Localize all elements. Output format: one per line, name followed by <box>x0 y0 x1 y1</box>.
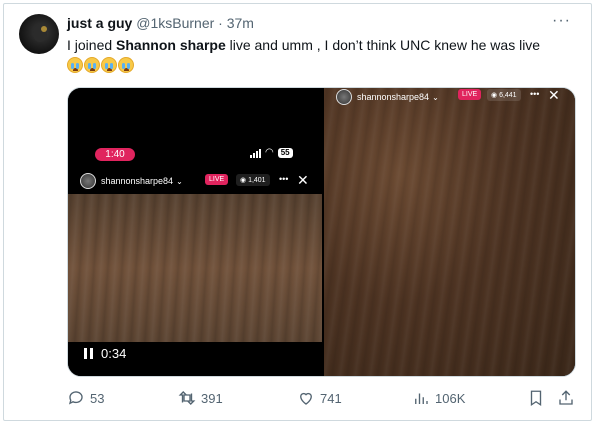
tweet-text-after: live and umm , I don’t think UNC knew he… <box>225 37 541 53</box>
viewer-count: ◉ 1,401 <box>236 174 270 186</box>
crying-emoji-icon <box>118 57 134 73</box>
live-badge: LIVE <box>205 174 229 185</box>
viewer-count: ◉ 6,441 <box>487 89 521 101</box>
live-header-right: shannonsharpe84 ⌄ <box>336 88 439 107</box>
user-avatar[interactable] <box>19 14 59 54</box>
tweet-header: just a guy @1ksBurner · 37m <box>67 14 254 32</box>
viewer-count-value: 6,441 <box>499 92 517 99</box>
live-more-icon: ••• <box>530 89 540 99</box>
reply-count: 53 <box>90 390 105 406</box>
like-button[interactable]: 741 <box>297 389 342 407</box>
tweet-text-before: I joined <box>67 37 117 53</box>
pause-icon[interactable] <box>84 348 93 359</box>
streamer-name: shannonsharpe84 <box>357 92 430 102</box>
share-icon <box>559 390 573 405</box>
video-time: 0:34 <box>101 346 127 361</box>
streamer-avatar <box>336 89 352 105</box>
tweet-text: I joined Shannon sharpe live and umm , I… <box>67 36 540 55</box>
video-frame-left <box>68 194 322 342</box>
status-time: 1:40 <box>95 148 135 161</box>
crying-emoji-icon <box>101 57 117 73</box>
retweet-icon <box>178 391 196 405</box>
phone-status-bar: 1:40 ◠ 55 <box>68 144 322 166</box>
view-count: 106K <box>435 390 466 406</box>
video-left[interactable]: 1:40 ◠ 55 shannonsharpe84 ⌄ LIVE ◉ 1,401… <box>68 88 322 376</box>
viewer-count-value: 1,401 <box>248 177 266 184</box>
reply-icon <box>68 391 83 405</box>
video-player-controls[interactable]: 0:34 <box>84 346 126 361</box>
crying-emoji-icon <box>67 57 83 73</box>
live-badge: LIVE <box>458 89 482 100</box>
timestamp[interactable]: 37m <box>227 15 254 31</box>
like-count: 741 <box>320 390 342 406</box>
chevron-down-icon: ⌄ <box>176 176 183 186</box>
battery-icon: 55 <box>277 148 293 158</box>
live-header-left: shannonsharpe84 ⌄ <box>80 171 183 191</box>
analytics-icon <box>415 393 428 404</box>
crying-emoji-icon <box>84 57 100 73</box>
separator-dot: · <box>218 15 223 31</box>
heart-icon <box>300 392 312 405</box>
live-more-icon: ••• <box>279 174 289 184</box>
close-icon: ✕ <box>548 87 560 103</box>
bookmark-button[interactable] <box>527 389 545 407</box>
streamer-avatar <box>80 173 96 189</box>
tweet-text-bold: Shannon sharpe <box>116 37 226 53</box>
signal-icon <box>250 148 261 158</box>
retweet-button[interactable]: 391 <box>178 389 223 407</box>
chevron-down-icon: ⌄ <box>432 92 439 102</box>
bookmark-icon <box>530 390 542 407</box>
retweet-count: 391 <box>201 390 223 406</box>
share-button[interactable] <box>557 389 575 407</box>
reply-button[interactable]: 53 <box>67 389 104 407</box>
wifi-icon: ◠ <box>265 147 274 158</box>
more-options-icon[interactable]: ··· <box>552 12 571 30</box>
image-right[interactable]: shannonsharpe84 ⌄ LIVE ◉ 6,441 ••• ✕ <box>324 87 575 376</box>
close-icon: ✕ <box>297 172 309 188</box>
media-container[interactable]: 1:40 ◠ 55 shannonsharpe84 ⌄ LIVE ◉ 1,401… <box>67 87 576 377</box>
user-handle[interactable]: @1ksBurner <box>136 15 214 31</box>
display-name[interactable]: just a guy <box>67 15 132 31</box>
tweet-actions: 53 391 741 106K <box>67 389 577 409</box>
emoji-row <box>67 57 134 73</box>
streamer-name: shannonsharpe84 <box>101 176 174 186</box>
views-button[interactable]: 106K <box>412 389 465 407</box>
